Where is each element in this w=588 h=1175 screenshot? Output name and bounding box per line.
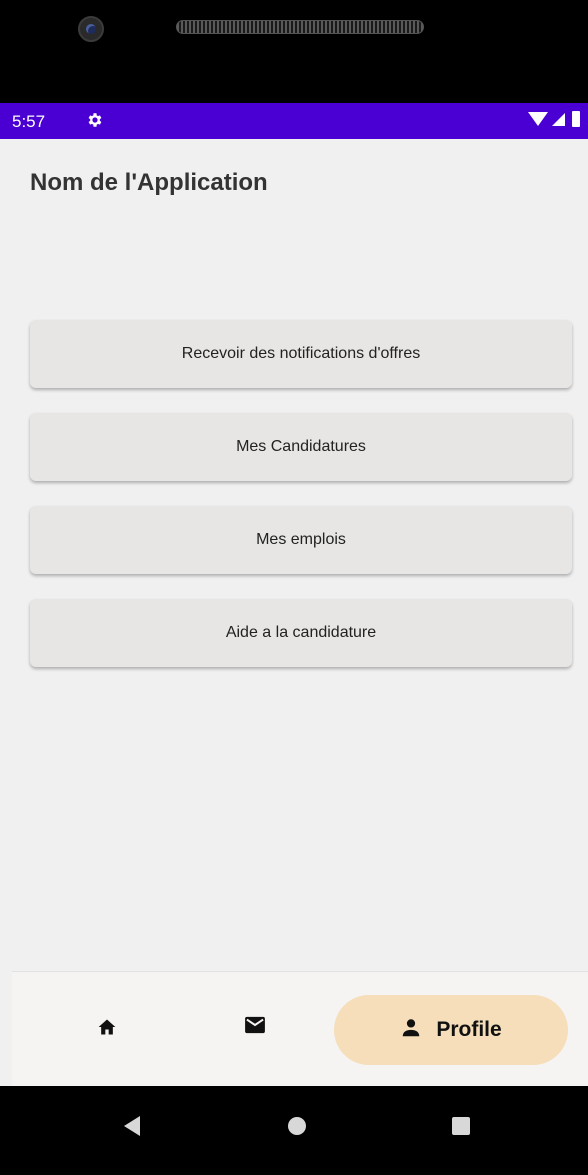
device-bezel <box>0 0 588 103</box>
application-help-button[interactable]: Aide a la candidature <box>30 599 572 667</box>
app-screen: Nom de l'Application Recevoir des notifi… <box>0 139 588 1087</box>
status-bar: 5:57 <box>0 103 588 139</box>
notifications-button[interactable]: Recevoir des notifications d'offres <box>30 320 572 388</box>
speaker-grille <box>176 20 424 34</box>
system-navigation-bar <box>0 1086 588 1175</box>
status-time: 5:57 <box>12 112 46 131</box>
home-icon <box>97 1017 117 1042</box>
menu-list: Recevoir des notifications d'offres Mes … <box>30 320 572 692</box>
mail-icon <box>244 1016 266 1039</box>
app-title: Nom de l'Application <box>30 169 268 196</box>
my-jobs-button[interactable]: Mes emplois <box>30 506 572 574</box>
gear-icon <box>86 111 104 134</box>
battery-icon <box>572 111 580 127</box>
recents-icon[interactable] <box>452 1117 470 1135</box>
wifi-icon <box>528 112 548 126</box>
signal-icon <box>552 112 565 126</box>
nav-messages[interactable] <box>230 1002 280 1052</box>
nav-profile[interactable]: Profile <box>334 995 568 1065</box>
status-icons <box>528 111 580 127</box>
applications-button[interactable]: Mes Candidatures <box>30 413 572 481</box>
nav-home[interactable] <box>82 1004 132 1054</box>
back-icon[interactable] <box>124 1116 140 1136</box>
home-circle-icon[interactable] <box>288 1117 306 1135</box>
person-icon <box>400 1017 422 1044</box>
nav-profile-label: Profile <box>436 1018 502 1041</box>
bottom-navigation: Profile <box>12 971 588 1087</box>
camera-icon <box>78 16 104 42</box>
